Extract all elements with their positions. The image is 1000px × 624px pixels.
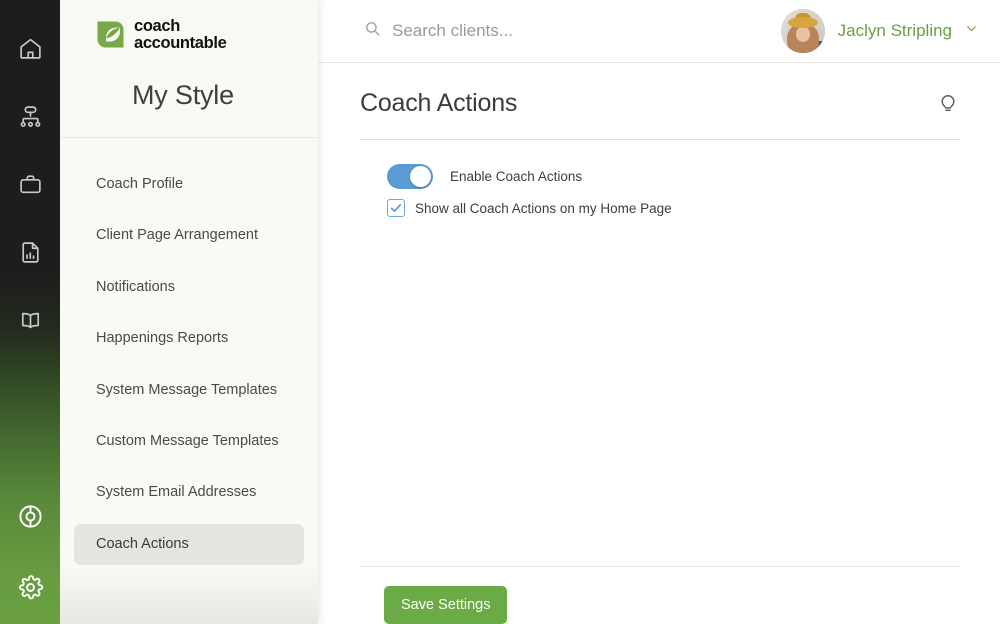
sidebar-title: My Style	[132, 79, 234, 110]
logo-wordmark: coach accountable	[134, 17, 227, 52]
rail-item-support[interactable]	[0, 482, 60, 550]
rail-item-clients[interactable]	[0, 82, 60, 150]
show-all-coach-actions-label: Show all Coach Actions on my Home Page	[415, 200, 672, 216]
settings-form: Enable Coach Actions Show all Coach Acti…	[360, 140, 960, 217]
page-title: Coach Actions	[360, 89, 518, 117]
sidebar-item-system-email-addresses[interactable]: System Email Addresses	[74, 472, 304, 513]
sidebar-item-coach-actions[interactable]: Coach Actions	[74, 523, 304, 566]
avatar	[780, 9, 825, 53]
search-placeholder: Search clients...	[392, 21, 513, 40]
leaf-logo-icon	[96, 20, 125, 49]
gear-icon	[17, 574, 44, 601]
search-icon	[364, 20, 381, 42]
sidebar-item-happenings-reports[interactable]: Happenings Reports	[74, 318, 304, 359]
sidebar-item-notifications[interactable]: Notifications	[74, 267, 304, 308]
enable-coach-actions-toggle[interactable]	[387, 164, 433, 189]
rail-item-library[interactable]	[0, 286, 60, 354]
enable-coach-actions-label: Enable Coach Actions	[450, 169, 583, 184]
rail-item-reports[interactable]	[0, 218, 60, 286]
book-icon	[18, 308, 43, 333]
top-bar: Search clients... Jaclyn Stripling	[318, 0, 1000, 63]
rail-item-work[interactable]	[0, 150, 60, 218]
save-settings-button[interactable]: Save Settings	[384, 586, 508, 624]
form-footer: Save Settings	[360, 566, 960, 624]
settings-sidebar: coach accountable My Style Coach Profile…	[60, 0, 318, 624]
main-panel: Search clients... Jaclyn Stripling Coach…	[318, 0, 1000, 624]
show-all-coach-actions-row: Show all Coach Actions on my Home Page	[387, 199, 960, 217]
sidebar-item-coach-profile[interactable]: Coach Profile	[74, 164, 304, 205]
user-menu[interactable]: Jaclyn Stripling	[780, 9, 978, 53]
sidebar-item-system-message-templates[interactable]: System Message Templates	[74, 370, 304, 411]
settings-nav: Coach Profile Client Page Arrangement No…	[60, 138, 318, 566]
content-area: Coach Actions Enable Coach Actions Show …	[318, 63, 1000, 624]
org-chart-icon	[18, 104, 43, 129]
app-window: coach accountable My Style Coach Profile…	[0, 0, 1000, 624]
enable-coach-actions-row: Enable Coach Actions	[387, 164, 960, 189]
logo-line-2: accountable	[134, 33, 227, 52]
sidebar-bottom-fade	[60, 566, 318, 624]
show-all-coach-actions-checkbox[interactable]	[387, 199, 405, 217]
brand-header: coach accountable My Style	[60, 0, 318, 138]
page-header: Coach Actions	[360, 89, 960, 118]
rail-item-settings[interactable]	[0, 550, 60, 624]
search-input[interactable]: Search clients...	[364, 20, 513, 42]
report-chart-icon	[18, 240, 43, 265]
user-name: Jaclyn Stripling	[837, 21, 952, 40]
lightbulb-icon[interactable]	[936, 89, 960, 118]
home-icon	[18, 36, 43, 61]
check-icon	[390, 204, 402, 212]
rail-item-home[interactable]	[0, 14, 60, 82]
footer-divider	[360, 566, 960, 567]
toggle-knob	[410, 166, 431, 187]
logo[interactable]: coach accountable	[96, 18, 318, 52]
sidebar-item-client-page-arrangement[interactable]: Client Page Arrangement	[74, 215, 304, 256]
briefcase-icon	[18, 172, 43, 197]
lifebuoy-icon	[17, 503, 44, 530]
sidebar-item-custom-message-templates[interactable]: Custom Message Templates	[74, 421, 304, 462]
chevron-down-icon[interactable]	[965, 22, 978, 40]
logo-line-1: coach	[134, 17, 180, 35]
left-icon-rail	[0, 0, 60, 624]
